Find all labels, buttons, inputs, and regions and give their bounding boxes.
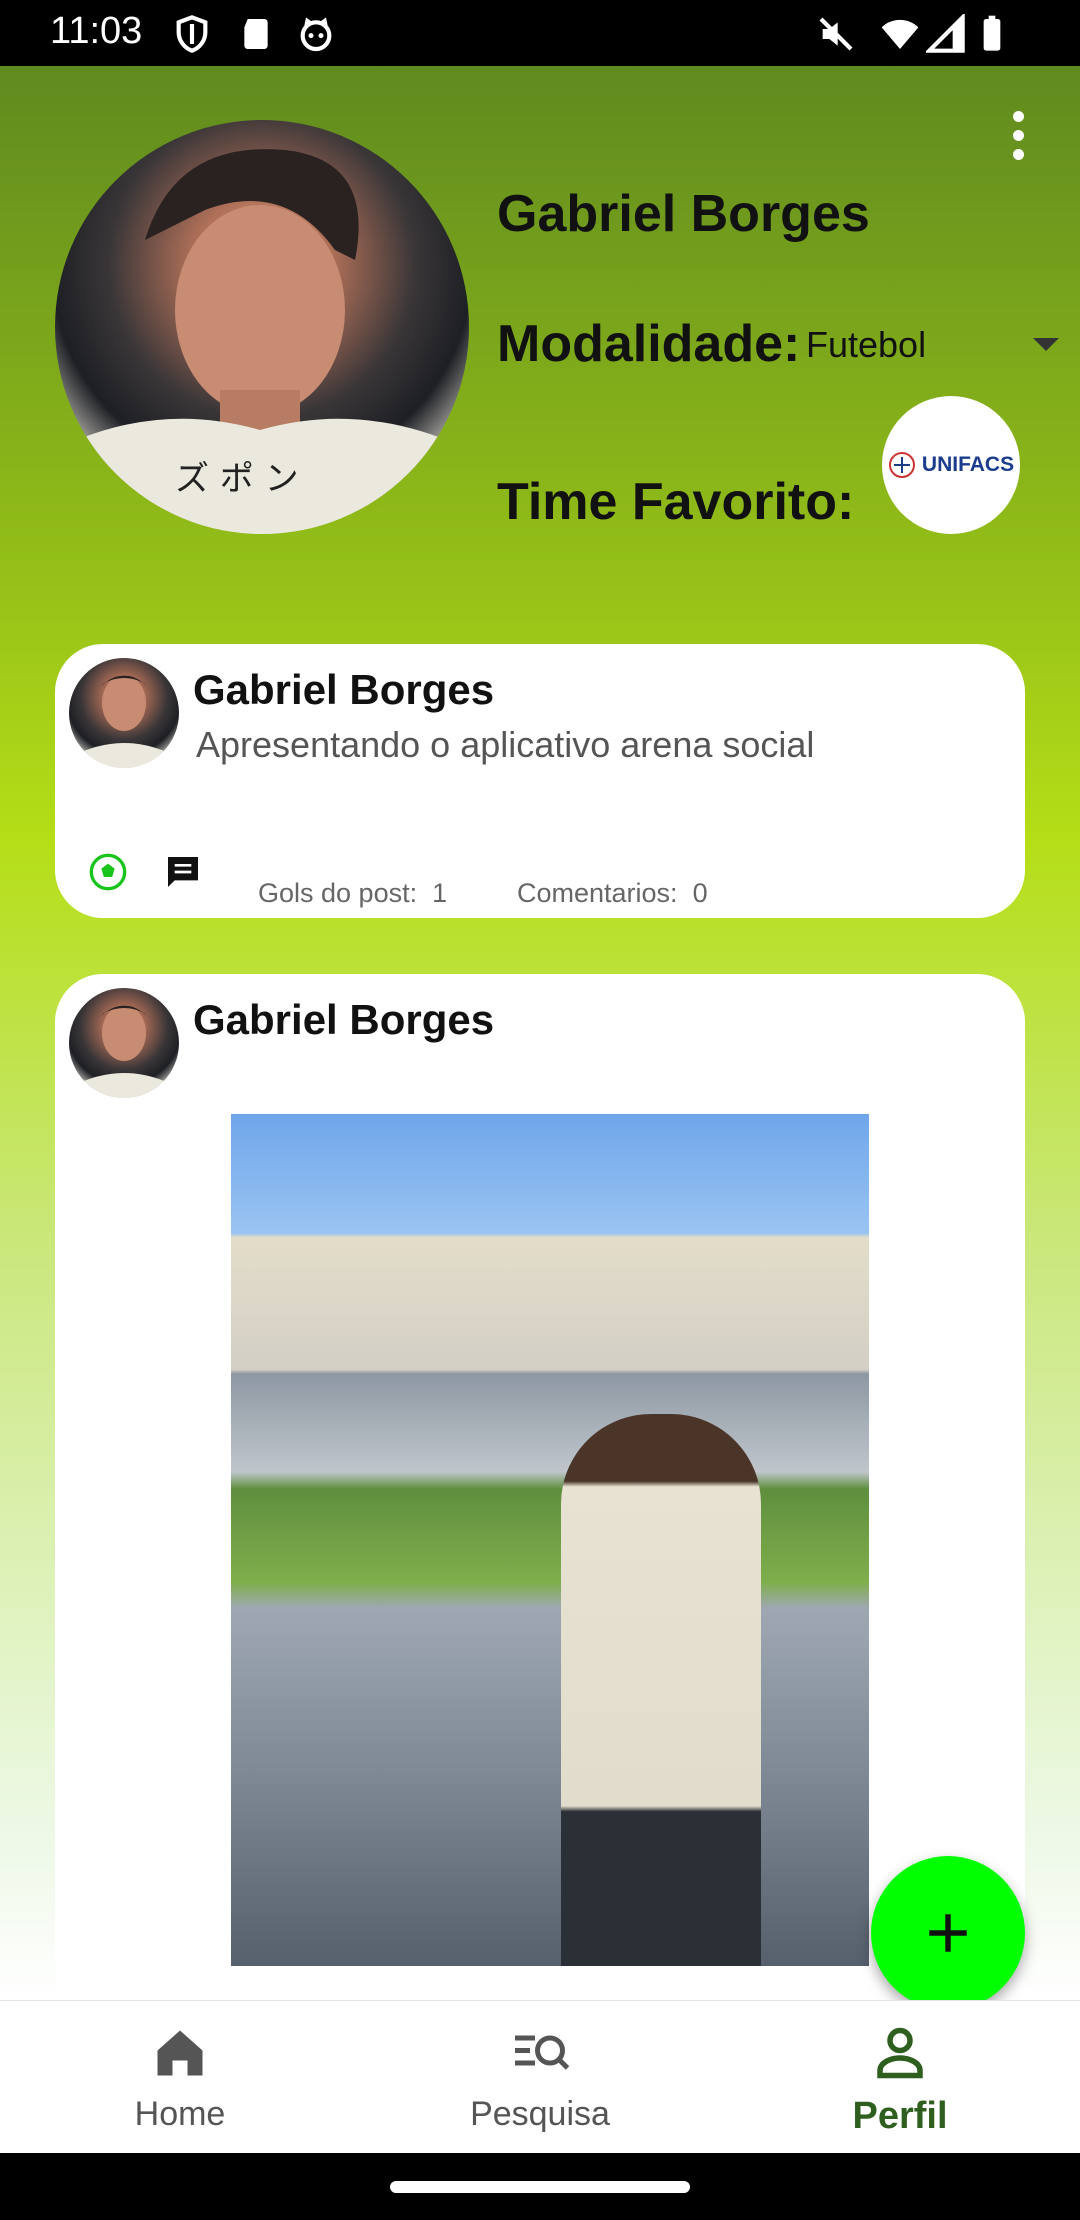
- comments-count-label: Comentarios: 0: [517, 878, 708, 909]
- home-gesture-handle[interactable]: [390, 2181, 690, 2193]
- more-options-icon[interactable]: [1003, 111, 1033, 171]
- status-bar: 11:03: [0, 0, 1080, 66]
- gesture-bar: [0, 2153, 1080, 2220]
- battery-icon: [983, 15, 1001, 51]
- comment-icon[interactable]: [163, 852, 203, 892]
- team-logo-text: UNIFACS: [921, 453, 1015, 476]
- favorite-team-label: Time Favorito:: [497, 473, 855, 531]
- add-post-button[interactable]: [871, 1856, 1025, 2000]
- status-time: 11:03: [50, 10, 143, 52]
- profile-screen: ズ ポ ン Gabriel Borges Modalidade: Futebol…: [0, 66, 1080, 2000]
- svg-text:ズ ポ ン: ズ ポ ン: [175, 459, 299, 499]
- post-photo[interactable]: [231, 1114, 869, 1966]
- cat-icon: [300, 17, 332, 52]
- sd-card-icon: [244, 19, 268, 49]
- modalidade-dropdown[interactable]: Futebol: [806, 324, 1066, 374]
- post-author: Gabriel Borges: [193, 996, 495, 1043]
- soccer-ball-icon[interactable]: [88, 852, 128, 892]
- bottom-navigation: Home Pesquisa Perfil: [0, 2000, 1080, 2154]
- nav-item-home[interactable]: Home: [0, 2001, 360, 2154]
- plus-icon: [929, 1914, 967, 1952]
- team-crest-icon: [888, 452, 915, 478]
- comments-count: 0: [692, 878, 708, 908]
- avatar-image: [69, 675, 179, 768]
- post-card[interactable]: Gabriel Borges Apresentando o aplicativo…: [55, 644, 1025, 918]
- nav-label-search: Pesquisa: [470, 2095, 610, 2133]
- profile-photo[interactable]: ズ ポ ン: [55, 120, 469, 534]
- modalidade-label: Modalidade:: [497, 315, 801, 373]
- search-list-icon: [515, 2035, 570, 2070]
- shield-icon: [176, 15, 208, 53]
- nav-item-search[interactable]: Pesquisa: [360, 2001, 720, 2154]
- signal-icon: [926, 14, 965, 53]
- post-card[interactable]: Gabriel Borges: [55, 974, 1025, 2000]
- profile-photo-image: ズ ポ ン: [55, 149, 469, 534]
- home-icon: [157, 2030, 203, 2076]
- post-author: Gabriel Borges: [193, 666, 495, 713]
- comments-label-text: Comentarios:: [517, 878, 678, 908]
- mute-icon: [819, 17, 853, 51]
- nav-label-profile: Perfil: [852, 2095, 948, 2137]
- nav-label-home: Home: [134, 2095, 226, 2133]
- avatar[interactable]: [69, 658, 179, 768]
- post-text: Apresentando o aplicativo arena social: [196, 724, 815, 765]
- dropdown-arrow-icon: [1033, 338, 1059, 351]
- avatar-image: [69, 1005, 179, 1098]
- goals-count: 1: [432, 878, 448, 908]
- wifi-icon: [881, 19, 919, 49]
- nav-item-profile[interactable]: Perfil: [720, 2001, 1080, 2154]
- goals-label-text: Gols do post:: [258, 878, 418, 908]
- person-icon: [877, 2027, 923, 2079]
- goals-count-label: Gols do post: 1: [258, 878, 447, 909]
- avatar[interactable]: [69, 988, 179, 1098]
- modalidade-value: Futebol: [806, 324, 927, 365]
- profile-name: Gabriel Borges: [497, 185, 870, 243]
- favorite-team-logo[interactable]: UNIFACS: [882, 396, 1020, 534]
